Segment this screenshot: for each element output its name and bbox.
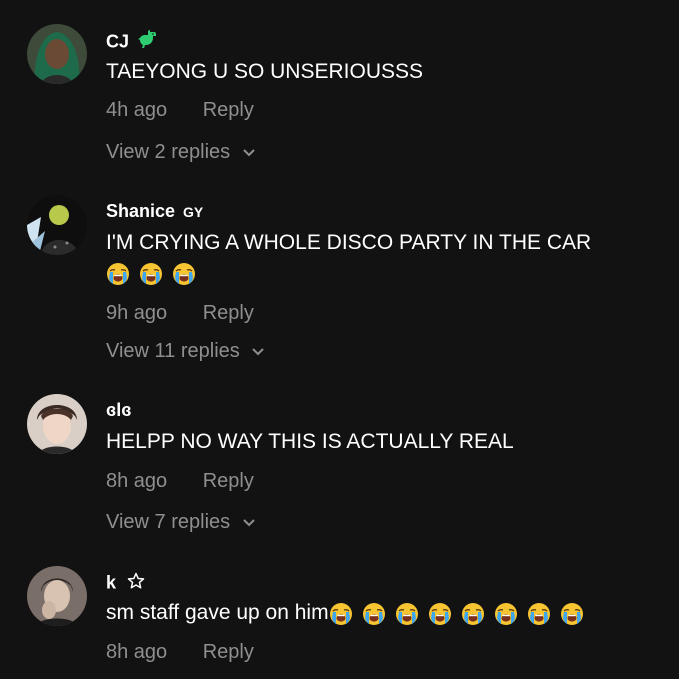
view-replies-label: View 7 replies xyxy=(106,511,231,533)
comment-text: HELPP NO WAY THIS IS ACTUALLY REAL xyxy=(106,430,514,453)
loudly-crying-face-icon xyxy=(527,598,551,628)
avatar[interactable] xyxy=(27,394,87,454)
view-replies-button[interactable]: View 7 replies xyxy=(106,511,256,534)
comment-meta: 8h ago Reply xyxy=(106,641,254,664)
view-replies-button[interactable]: View 2 replies xyxy=(106,141,256,164)
username-text: Shanice xyxy=(106,201,176,221)
comment-timestamp: 8h ago xyxy=(106,641,168,663)
star-outline-icon xyxy=(127,572,145,594)
comment-text: TAEYONG U SO UNSERIOUSSS xyxy=(106,60,423,83)
comment-timestamp: 8h ago xyxy=(106,470,168,492)
loudly-crying-face-icon xyxy=(461,598,485,628)
emoji-row xyxy=(106,258,196,288)
chevron-down-icon xyxy=(242,141,256,164)
reply-button[interactable]: Reply xyxy=(203,302,254,324)
comment-text: sm staff gave up on him xyxy=(106,598,584,628)
avatar[interactable] xyxy=(27,566,87,626)
username-text: CJ xyxy=(106,31,130,52)
comment-text-content: sm staff gave up on him xyxy=(106,601,329,624)
reply-button[interactable]: Reply xyxy=(203,99,254,121)
comment-meta: 9h ago Reply xyxy=(106,302,254,325)
comment-username[interactable]: CJ xyxy=(106,30,158,55)
chevron-down-icon xyxy=(242,511,256,534)
loudly-crying-face-icon xyxy=(106,258,130,288)
dinosaur-icon xyxy=(138,30,158,54)
loudly-crying-face-icon xyxy=(172,258,196,288)
view-replies-label: View 11 replies xyxy=(106,340,240,362)
username-text: k xyxy=(106,572,117,593)
comment-username[interactable]: Shanice GY xyxy=(106,201,203,222)
loudly-crying-face-icon xyxy=(395,598,419,628)
loudly-crying-face-icon xyxy=(329,598,353,628)
username-badge: GY xyxy=(183,204,204,220)
loudly-crying-face-icon xyxy=(362,598,386,628)
comment-username[interactable]: ɞlɞ xyxy=(106,400,131,421)
comment-timestamp: 9h ago xyxy=(106,302,168,324)
view-replies-label: View 2 replies xyxy=(106,141,231,163)
loudly-crying-face-icon xyxy=(139,258,163,288)
view-replies-button[interactable]: View 11 replies xyxy=(106,340,265,363)
comment-username[interactable]: k xyxy=(106,572,145,595)
comment-meta: 4h ago Reply xyxy=(106,99,254,122)
loudly-crying-face-icon xyxy=(560,598,584,628)
comment-meta: 8h ago Reply xyxy=(106,470,254,493)
reply-button[interactable]: Reply xyxy=(203,470,254,492)
loudly-crying-face-icon xyxy=(428,598,452,628)
comment-text: I'M CRYING A WHOLE DISCO PARTY IN THE CA… xyxy=(106,231,592,254)
loudly-crying-face-icon xyxy=(494,598,518,628)
chevron-down-icon xyxy=(251,340,265,363)
comment-timestamp: 4h ago xyxy=(106,99,168,121)
avatar[interactable] xyxy=(27,24,87,84)
reply-button[interactable]: Reply xyxy=(203,641,254,663)
avatar[interactable] xyxy=(27,195,87,255)
username-text: ɞlɞ xyxy=(106,400,132,420)
